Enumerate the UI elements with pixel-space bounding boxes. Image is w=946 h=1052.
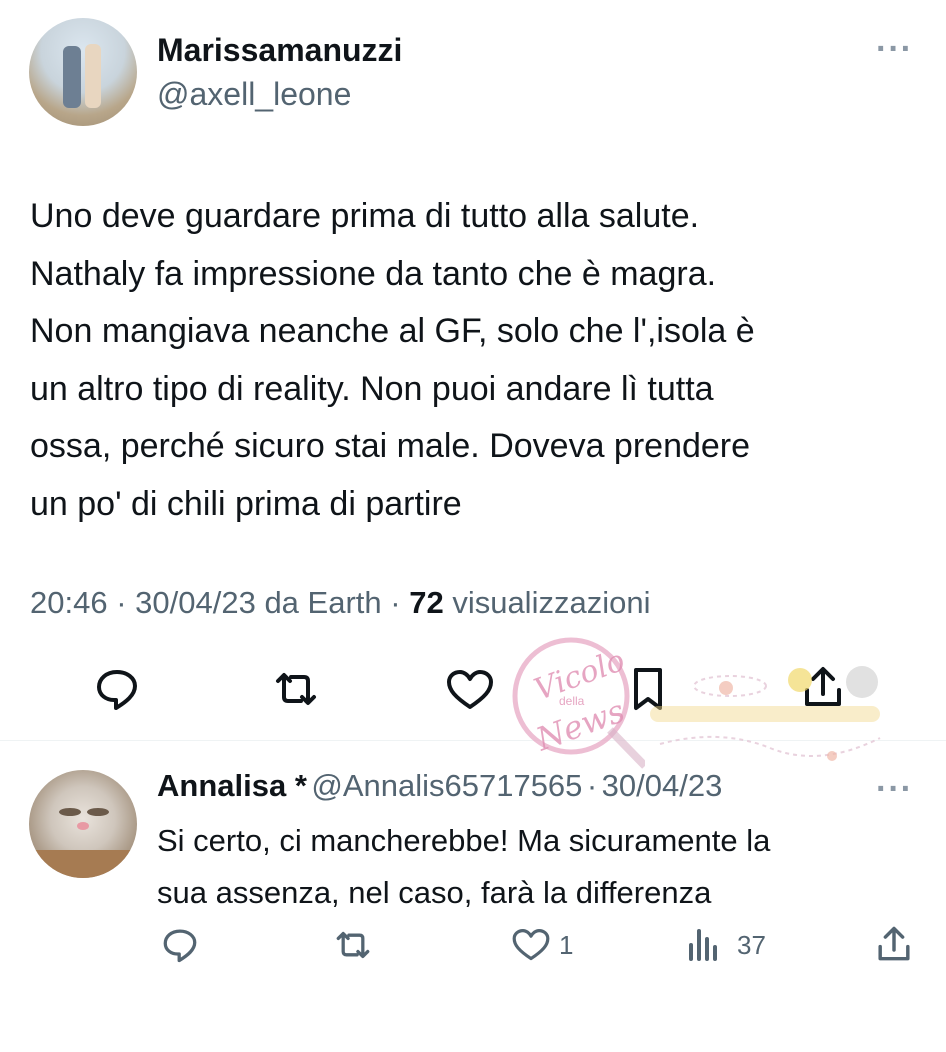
author-avatar[interactable] [29,18,137,126]
reply-retweet-icon[interactable] [330,925,376,965]
reply-share-icon[interactable] [874,923,914,965]
tweet-divider [0,740,946,741]
author-handle[interactable]: @axell_leone [157,76,351,113]
like-icon[interactable] [444,667,496,713]
share-icon[interactable] [800,663,846,711]
reply-header: Annalisa * @Annalis65717565 · 30/04/23 [157,768,722,804]
tweet-time[interactable]: 20:46 [30,585,108,620]
tweet-source: da Earth [264,585,382,620]
reply-text: Si certo, ci mancherebbe! Ma sicuramente… [157,823,771,910]
reply-more-options-icon[interactable]: ··· [876,770,913,809]
tweet-meta: 20:46 · 30/04/23 da Earth · 72 visualizz… [30,585,650,621]
avatar-figure-right [85,44,101,108]
meta-separator: · [390,585,410,620]
more-options-icon[interactable]: ··· [876,30,913,69]
reply-views-icon[interactable] [686,926,722,964]
reply-author-handle[interactable]: @Annalis65717565 [311,768,582,803]
bookmark-icon[interactable] [628,665,668,713]
tweet-text: Uno deve guardare prima di tutto alla sa… [30,197,755,523]
reply-like-count: 1 [559,930,574,960]
watermark-line3: News [531,691,630,759]
avatar-figure-left [63,46,81,108]
views-count: 72 [409,585,444,620]
reply-icon[interactable] [93,667,141,711]
retweet-icon[interactable] [268,667,324,711]
watermark-line1: Vicolo [529,643,630,708]
reply-author-name[interactable]: Annalisa * [157,768,307,803]
meta-separator: · [586,768,598,803]
views-label: visualizzazioni [452,585,651,620]
reply-reply-icon[interactable] [160,925,200,965]
meta-separator: · [116,585,136,620]
cushion [29,850,137,878]
cat-eye-left [59,808,81,816]
tweet-date[interactable]: 30/04/23 [135,585,256,620]
author-name[interactable]: Marissamanuzzi [157,32,402,69]
watermark-decoration [640,648,890,768]
reply-date[interactable]: 30/04/23 [602,768,723,803]
cat-nose [77,822,89,830]
reply-like-icon[interactable] [509,926,553,964]
watermark-line2: della [559,694,585,708]
reply-author-avatar[interactable] [29,770,137,878]
cat-eye-right [87,808,109,816]
watermark-logo: Vicolo della News [505,630,648,770]
reply-views-count: 37 [737,930,766,960]
